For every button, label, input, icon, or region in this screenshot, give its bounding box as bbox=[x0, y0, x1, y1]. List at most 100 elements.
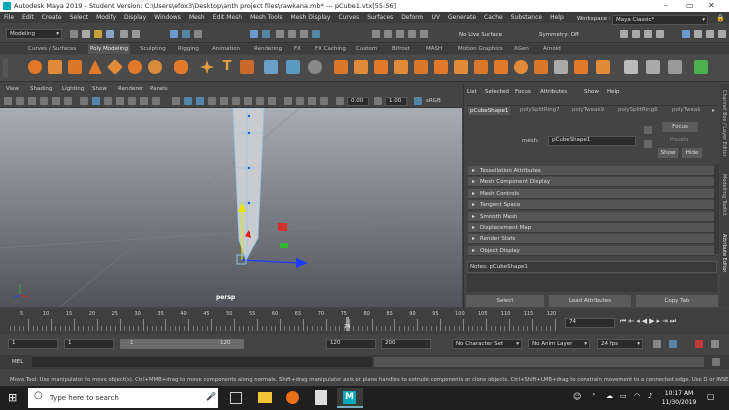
animation-end-field[interactable]: 200 bbox=[381, 339, 431, 349]
section-tessellation-attributes[interactable]: Tessellation Attributes bbox=[468, 166, 715, 176]
notes-field[interactable] bbox=[467, 274, 717, 292]
menu-select[interactable]: Select bbox=[70, 14, 89, 21]
super-shape-icon[interactable] bbox=[200, 60, 214, 74]
bookmark-icon[interactable] bbox=[28, 97, 36, 105]
wifi-icon[interactable]: ◠ bbox=[634, 392, 640, 400]
gamma-field[interactable]: 1.00 bbox=[385, 97, 407, 106]
menu-cache[interactable]: Cache bbox=[484, 14, 503, 21]
output-connection-icon[interactable] bbox=[644, 140, 652, 148]
poly-plane-icon[interactable] bbox=[107, 59, 123, 75]
playback-end-field[interactable]: 120 bbox=[326, 339, 376, 349]
render-settings-icon[interactable] bbox=[644, 30, 652, 38]
attribute-scrollbar[interactable] bbox=[714, 164, 719, 254]
ae-menu-help[interactable]: Help bbox=[607, 89, 620, 95]
attribute-editor-tab[interactable]: Attribute Editor bbox=[721, 234, 727, 272]
attribute-editor-toggle-icon[interactable] bbox=[694, 30, 702, 38]
mel-label[interactable]: MEL bbox=[12, 359, 23, 365]
shelf-tab-bifrost[interactable]: Bifrost bbox=[392, 44, 410, 54]
menu-modify[interactable]: Modify bbox=[96, 14, 116, 21]
menu-substance[interactable]: Substance bbox=[511, 14, 542, 21]
step-forward-key-icon[interactable]: ⇥ bbox=[662, 317, 670, 325]
anim-layer-dropdown[interactable]: No Anim Layer bbox=[528, 339, 590, 349]
minimize-button[interactable]: – bbox=[664, 0, 668, 12]
shelf-settings-icon[interactable] bbox=[3, 59, 8, 77]
people-icon[interactable]: ☺ bbox=[573, 392, 581, 401]
modelling-toolkit-tab[interactable]: Modelling Toolkit bbox=[721, 174, 727, 216]
2d-pan-zoom-icon[interactable] bbox=[52, 97, 60, 105]
vertex-mask-icon[interactable] bbox=[276, 30, 284, 38]
microphone-icon[interactable]: 🎤 bbox=[206, 392, 216, 401]
mesh-name-field[interactable]: pCubeShape1 bbox=[548, 136, 636, 146]
snap-point-icon[interactable] bbox=[396, 30, 404, 38]
battery-icon[interactable]: ▭ bbox=[620, 392, 627, 400]
go-to-end-icon[interactable]: ⏭ bbox=[670, 317, 678, 325]
snap-curve-icon[interactable] bbox=[384, 30, 392, 38]
menu-mesh-tools[interactable]: Mesh Tools bbox=[250, 14, 282, 21]
viewport-menu-panels[interactable]: Panels bbox=[150, 85, 168, 94]
grease-pencil-icon[interactable] bbox=[64, 97, 72, 105]
object-mode-icon[interactable] bbox=[250, 30, 258, 38]
tool-settings-toggle-icon[interactable] bbox=[706, 30, 714, 38]
sculpt-icon[interactable] bbox=[514, 60, 528, 74]
modelling-toolkit-toggle-icon[interactable] bbox=[718, 30, 726, 38]
safe-action-icon[interactable] bbox=[140, 97, 148, 105]
menu-help[interactable]: Help bbox=[550, 14, 564, 21]
offset-edge-loop-icon[interactable] bbox=[454, 60, 468, 74]
ipr-render-icon[interactable] bbox=[632, 30, 640, 38]
append-polygon-icon[interactable] bbox=[394, 60, 408, 74]
channel-box-tab[interactable]: Channel Box / Layer Editor bbox=[721, 90, 727, 157]
camera-attributes-icon[interactable] bbox=[16, 97, 24, 105]
hide-button[interactable]: Hide bbox=[682, 148, 702, 158]
lock-icon[interactable]: 🔒 bbox=[716, 14, 725, 22]
ae-menu-attributes[interactable]: Attributes bbox=[540, 89, 567, 95]
section-displacement-map[interactable]: Displacement Map bbox=[468, 223, 715, 233]
symmetry-label[interactable]: Symmetry: Off bbox=[539, 32, 579, 38]
textured-icon[interactable] bbox=[208, 97, 216, 105]
shelf-tab-sculpting[interactable]: Sculpting bbox=[140, 44, 166, 54]
menu-mesh-display[interactable]: Mesh Display bbox=[291, 14, 331, 21]
paint-select-icon[interactable] bbox=[194, 30, 202, 38]
image-plane-icon[interactable] bbox=[40, 97, 48, 105]
menu-curves[interactable]: Curves bbox=[338, 14, 359, 21]
menu-create[interactable]: Create bbox=[42, 14, 62, 21]
shelf-tab-mash[interactable]: MASH bbox=[426, 44, 442, 54]
film-gate-icon[interactable] bbox=[92, 97, 100, 105]
render-icon[interactable] bbox=[620, 30, 628, 38]
select-tool-icon[interactable] bbox=[170, 30, 178, 38]
insert-edge-loop-icon[interactable] bbox=[434, 60, 448, 74]
menu-mesh[interactable]: Mesh bbox=[189, 14, 205, 21]
edge-mask-icon[interactable] bbox=[288, 30, 296, 38]
viewport-menu-show[interactable]: Show bbox=[92, 85, 107, 94]
notifications-icon[interactable]: ▢ bbox=[707, 392, 715, 401]
resolution-gate-icon[interactable] bbox=[104, 97, 112, 105]
poly-type-icon[interactable]: T bbox=[220, 60, 234, 74]
shelf-tab-rigging[interactable]: Rigging bbox=[178, 44, 199, 54]
snap-surface-icon[interactable] bbox=[420, 30, 428, 38]
section-mesh-component-display[interactable]: Mesh Component Display bbox=[468, 177, 715, 188]
menu-surfaces[interactable]: Surfaces bbox=[367, 14, 393, 21]
backface-culling-icon[interactable] bbox=[320, 97, 328, 105]
current-frame-field[interactable]: 74 bbox=[565, 318, 615, 328]
motion-blur-icon[interactable] bbox=[256, 97, 264, 105]
node-tab-polytweak[interactable]: polyTweak bbox=[672, 107, 701, 113]
slide-edge-icon[interactable] bbox=[668, 60, 682, 74]
task-view-icon[interactable] bbox=[230, 392, 242, 404]
shelf-tab-fx[interactable]: FX bbox=[294, 44, 301, 54]
ae-menu-selected[interactable]: Selected bbox=[485, 89, 509, 95]
mel-input[interactable] bbox=[32, 357, 372, 367]
menu-edit-mesh[interactable]: Edit Mesh bbox=[213, 14, 242, 21]
open-scene-icon[interactable] bbox=[94, 30, 102, 38]
shelf-tab-xgen[interactable]: XGen bbox=[514, 44, 529, 54]
gamma-icon[interactable] bbox=[374, 97, 382, 105]
focus-button[interactable]: Focus bbox=[662, 122, 698, 132]
shadows-icon[interactable] bbox=[232, 97, 240, 105]
xray-icon[interactable] bbox=[296, 97, 304, 105]
maximize-button[interactable]: ▭ bbox=[686, 0, 694, 12]
node-tab-pcubeshape1[interactable]: pCubeShape1 bbox=[468, 107, 511, 115]
animation-start-field[interactable]: 1 bbox=[8, 339, 58, 349]
copy-tab-button[interactable]: Copy Tab bbox=[636, 295, 718, 307]
ae-menu-focus[interactable]: Focus bbox=[515, 89, 531, 95]
section-tangent-space[interactable]: Tangent Space bbox=[468, 200, 715, 211]
bevel-icon[interactable] bbox=[374, 60, 388, 74]
character-set-dropdown[interactable]: No Character Set bbox=[452, 339, 522, 349]
